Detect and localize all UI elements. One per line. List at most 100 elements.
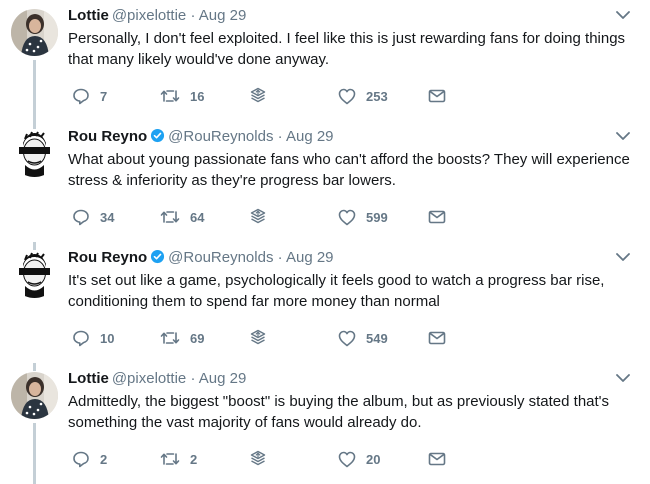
like-button[interactable]: 549 [338, 328, 388, 348]
like-button[interactable]: 253 [338, 86, 388, 106]
display-name[interactable]: Lottie [68, 7, 109, 24]
like-count: 599 [366, 209, 388, 225]
reply-count: 7 [100, 88, 108, 104]
share-icon [250, 329, 266, 345]
thread-connector-line [33, 121, 36, 129]
retweet-button[interactable]: 2 [160, 449, 197, 469]
direct-message-icon [428, 452, 446, 466]
retweet-button[interactable]: 69 [160, 328, 204, 348]
retweet-count: 2 [190, 451, 198, 467]
direct-message-button[interactable] [428, 449, 446, 469]
reply-button[interactable]: 7 [72, 86, 107, 106]
tweet-header: Rou Reyno @RouReynolds · Aug 29 [68, 249, 334, 267]
share-button[interactable] [249, 86, 267, 106]
verified-badge-icon [151, 128, 165, 143]
like-count: 549 [366, 330, 388, 346]
avatar[interactable] [11, 130, 58, 177]
retweet-count: 64 [190, 209, 205, 225]
retweet-count: 16 [190, 88, 205, 104]
caret-down-icon[interactable] [616, 252, 630, 262]
like-icon [338, 209, 356, 225]
display-name[interactable]: Rou Reyno [68, 128, 147, 145]
share-button[interactable] [249, 207, 267, 227]
reply-icon [73, 451, 89, 468]
thread-connector-line [33, 423, 36, 484]
retweet-button[interactable]: 16 [160, 86, 204, 106]
direct-message-icon [428, 331, 446, 345]
thread-connector-line [33, 60, 36, 121]
tweet-header: Lottie @pixelottie · Aug 29 [68, 370, 246, 388]
display-name[interactable]: Rou Reyno [68, 249, 147, 266]
retweet-count: 69 [190, 330, 205, 346]
like-button[interactable]: 20 [338, 449, 380, 469]
like-count: 253 [366, 88, 388, 104]
avatar[interactable] [11, 251, 58, 298]
avatar-lottie-image [11, 9, 58, 56]
reply-count: 10 [100, 330, 115, 346]
like-icon [338, 451, 356, 467]
reply-count: 34 [100, 209, 115, 225]
tweet-text: What about young passionate fans who can… [68, 151, 630, 189]
verified-badge-icon [151, 249, 165, 264]
reply-count: 2 [100, 451, 108, 467]
avatar-rou-image [11, 251, 58, 298]
reply-icon [73, 209, 89, 226]
separator-dot: · [277, 249, 283, 266]
tweet[interactable]: Rou Reyno @RouReynolds · Aug 29 It's set … [0, 242, 650, 363]
username-handle[interactable]: @pixelottie [112, 370, 186, 387]
share-icon [250, 208, 266, 224]
tweet-header: Rou Reyno @RouReynolds · Aug 29 [68, 128, 334, 146]
retweet-icon [160, 211, 180, 223]
direct-message-button[interactable] [428, 86, 446, 106]
reply-button[interactable]: 34 [72, 207, 114, 227]
timestamp[interactable]: Aug 29 [286, 249, 334, 266]
caret-down-icon[interactable] [616, 373, 630, 383]
share-button[interactable] [249, 449, 267, 469]
thread-connector-line [33, 363, 36, 371]
reply-icon [73, 88, 89, 105]
thread-connector-line [33, 242, 36, 250]
conversation-thread: Lottie @pixelottie · Aug 29 Personally, I… [0, 0, 650, 484]
username-handle[interactable]: @RouReynolds [168, 128, 273, 145]
direct-message-button[interactable] [428, 207, 446, 227]
tweet-actions: 2 2 20 [68, 449, 488, 469]
retweet-button[interactable]: 64 [160, 207, 204, 227]
direct-message-icon [428, 210, 446, 224]
username-handle[interactable]: @pixelottie [112, 7, 186, 24]
direct-message-button[interactable] [428, 328, 446, 348]
like-button[interactable]: 599 [338, 207, 388, 227]
avatar-lottie-image [11, 372, 58, 419]
timestamp[interactable]: Aug 29 [199, 7, 247, 24]
direct-message-icon [428, 89, 446, 103]
reply-icon [73, 330, 89, 347]
avatar[interactable] [11, 9, 58, 56]
tweet[interactable]: Lottie @pixelottie · Aug 29 Admittedly, t… [0, 363, 650, 484]
separator-dot: · [190, 370, 196, 387]
reply-button[interactable]: 2 [72, 449, 107, 469]
display-name[interactable]: Lottie [68, 370, 109, 387]
timestamp[interactable]: Aug 29 [199, 370, 247, 387]
retweet-icon [160, 453, 180, 465]
avatar[interactable] [11, 372, 58, 419]
tweet-text: Personally, I don't feel exploited. I fe… [68, 30, 626, 68]
username-handle[interactable]: @RouReynolds [168, 249, 273, 266]
tweet-actions: 34 64 599 [68, 207, 488, 227]
tweet-text: Admittedly, the biggest "boost" is buyin… [68, 393, 610, 431]
share-icon [250, 87, 266, 103]
reply-button[interactable]: 10 [72, 328, 114, 348]
separator-dot: · [277, 128, 283, 145]
share-button[interactable] [249, 328, 267, 348]
tweet-actions: 10 69 549 [68, 328, 488, 348]
share-icon [250, 450, 266, 466]
caret-down-icon[interactable] [616, 131, 630, 141]
caret-down-icon[interactable] [616, 10, 630, 20]
timestamp[interactable]: Aug 29 [286, 128, 334, 145]
like-icon [338, 330, 356, 346]
tweet[interactable]: Rou Reyno @RouReynolds · Aug 29 What abou… [0, 121, 650, 242]
separator-dot: · [190, 7, 196, 24]
tweet-text: It's set out like a game, psychologicall… [68, 272, 605, 310]
tweet[interactable]: Lottie @pixelottie · Aug 29 Personally, I… [0, 0, 650, 121]
like-icon [338, 88, 356, 104]
avatar-rou-image [11, 130, 58, 177]
tweet-actions: 7 16 253 [68, 86, 488, 106]
